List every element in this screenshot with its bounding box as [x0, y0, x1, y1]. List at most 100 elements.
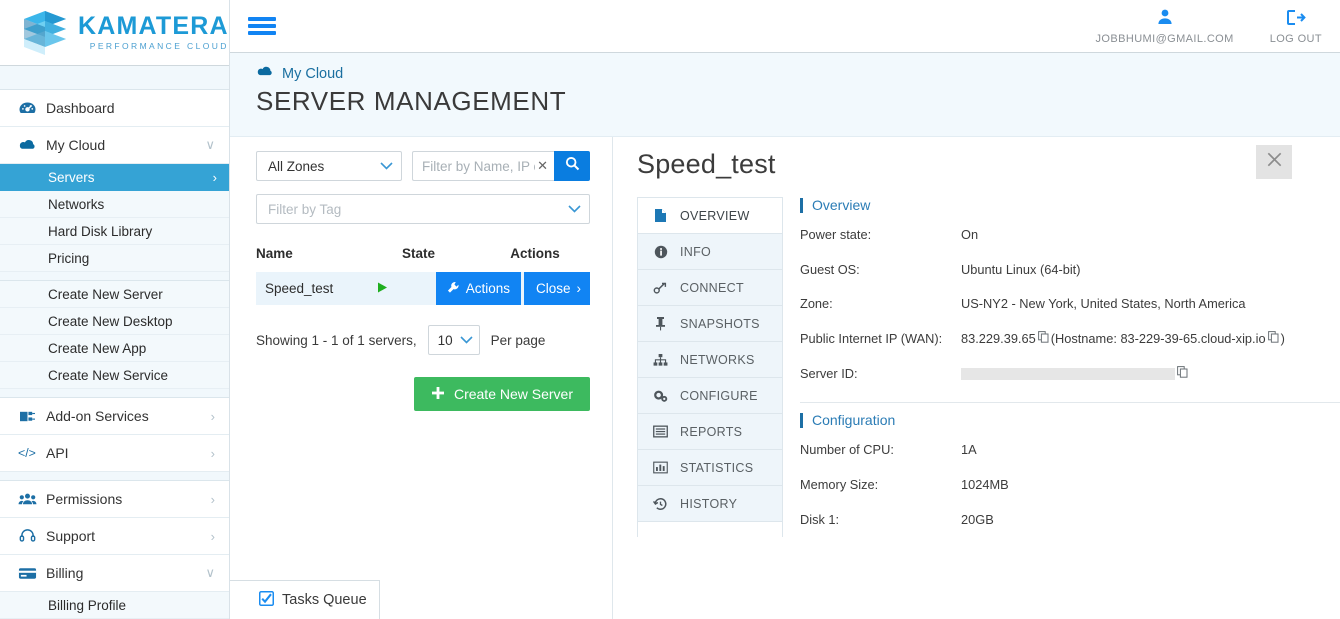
search-input[interactable]: Filter by Name, IP or ✕ — [412, 151, 554, 181]
chevron-right-icon: › — [211, 492, 229, 507]
gears-icon — [652, 389, 669, 403]
close-row-button[interactable]: Close › — [524, 272, 590, 305]
tab-label: OVERVIEW — [680, 209, 750, 223]
sidebar-item-my-cloud[interactable]: My Cloud ∨ — [0, 127, 229, 164]
filter-row: All Zones Filter by Name, IP or ✕ — [256, 151, 612, 181]
sidebar-item-billing[interactable]: Billing ∨ — [0, 555, 229, 592]
overview-row: Guest OS: Ubuntu Linux (64-bit) — [800, 253, 1340, 288]
top-bar-right: JOBBHUMI@GMAIL.COM LOG OUT — [1096, 8, 1340, 45]
field-label: Server ID: — [800, 365, 961, 384]
per-page-select[interactable]: 10 — [428, 325, 480, 355]
sidebar-divider — [0, 389, 229, 398]
field-label: Disk 1: — [800, 511, 961, 530]
overview-section-heading: Overview — [800, 197, 1340, 213]
sidebar-divider — [0, 472, 229, 481]
column-header-state: State — [402, 246, 480, 261]
copy-icon[interactable] — [1268, 330, 1279, 349]
user-account-button[interactable]: JOBBHUMI@GMAIL.COM — [1096, 8, 1234, 45]
sidebar-item-networks[interactable]: Networks — [0, 191, 229, 218]
per-page-value: 10 — [438, 333, 453, 348]
brand-name: KAMATERA — [78, 14, 229, 39]
close-icon[interactable]: ✕ — [535, 158, 548, 174]
breadcrumb[interactable]: My Cloud — [256, 65, 1340, 82]
detail-tabs: OVERVIEW INFO — [637, 197, 783, 537]
info-icon — [652, 245, 669, 259]
section-accent-bar — [800, 198, 803, 213]
logout-button[interactable]: LOG OUT — [1270, 9, 1322, 45]
app-root: KAMATERA PERFORMANCE CLOUD Dashboard — [0, 0, 1340, 619]
table-header-row: Name State Actions — [256, 246, 590, 272]
tab-configure[interactable]: CONFIGURE — [638, 378, 782, 414]
code-icon: </> — [14, 446, 40, 460]
create-new-server-button[interactable]: Create New Server — [414, 377, 590, 411]
actions-button[interactable]: Actions — [436, 272, 521, 305]
copy-icon[interactable] — [1177, 365, 1188, 384]
sidebar-item-create-new-service[interactable]: Create New Service — [0, 362, 229, 389]
brand-logo[interactable]: KAMATERA PERFORMANCE CLOUD — [0, 0, 229, 66]
overview-row: Zone: US-NY2 - New York, United States, … — [800, 287, 1340, 322]
sidebar-item-dashboard[interactable]: Dashboard — [0, 90, 229, 127]
sidebar-item-billing-profile[interactable]: Billing Profile — [0, 592, 229, 619]
search-button[interactable] — [554, 151, 590, 181]
sidebar-item-pricing[interactable]: Pricing — [0, 245, 229, 272]
search-placeholder: Filter by Name, IP or — [422, 159, 535, 174]
field-label: Number of CPU: — [800, 441, 961, 460]
chevron-down-icon: ∨ — [205, 565, 229, 581]
zone-filter-select[interactable]: All Zones — [256, 151, 402, 181]
chevron-right-icon: › — [211, 409, 229, 424]
sidebar-item-servers[interactable]: Servers › — [0, 164, 229, 191]
close-detail-button[interactable] — [1256, 145, 1292, 179]
field-label: Guest OS: — [800, 261, 961, 280]
tasks-queue-button[interactable]: Tasks Queue — [230, 580, 380, 619]
tab-networks[interactable]: NETWORKS — [638, 342, 782, 378]
sidebar-spacer — [0, 66, 229, 90]
field-value: 83.229.39.65(Hostname: 83-229-39-65.clou… — [961, 330, 1340, 349]
tab-connect[interactable]: CONNECT — [638, 270, 782, 306]
copy-icon[interactable] — [1038, 330, 1049, 349]
tab-label: SNAPSHOTS — [680, 317, 760, 331]
sidebar-item-create-new-desktop[interactable]: Create New Desktop — [0, 308, 229, 335]
sidebar-subitem-label: Create New Desktop — [48, 314, 173, 329]
sidebar-item-create-new-app[interactable]: Create New App — [0, 335, 229, 362]
chevron-right-icon: › — [577, 281, 582, 296]
field-label: Memory Size: — [800, 476, 961, 495]
sidebar-item-permissions[interactable]: Permissions › — [0, 481, 229, 518]
wan-hostname-prefix: (Hostname: — [1051, 331, 1121, 346]
user-email: JOBBHUMI@GMAIL.COM — [1096, 33, 1234, 45]
logout-icon — [1286, 9, 1306, 31]
wan-ip-value: 83.229.39.65 — [961, 331, 1036, 346]
tab-statistics[interactable]: STATISTICS — [638, 450, 782, 486]
headset-icon — [14, 528, 40, 544]
close-row-label: Close — [536, 281, 571, 296]
tab-snapshots[interactable]: SNAPSHOTS — [638, 306, 782, 342]
server-detail-panel: Speed_test — [613, 137, 1340, 619]
create-new-server-label: Create New Server — [454, 386, 573, 402]
dashboard-icon — [14, 101, 40, 116]
tab-overview[interactable]: OVERVIEW — [638, 198, 782, 234]
sidebar-item-label: API — [40, 445, 211, 461]
hamburger-icon[interactable] — [248, 14, 276, 38]
wan-hostname-suffix: ) — [1281, 331, 1285, 346]
sidebar-item-hard-disk-library[interactable]: Hard Disk Library — [0, 218, 229, 245]
pin-icon — [652, 316, 669, 331]
sidebar-item-support[interactable]: Support › — [0, 518, 229, 555]
sidebar-item-create-new-server[interactable]: Create New Server — [0, 281, 229, 308]
sidebar-subitem-label: Servers — [48, 170, 95, 185]
sidebar-item-api[interactable]: </> API › — [0, 435, 229, 472]
tab-reports[interactable]: REPORTS — [638, 414, 782, 450]
tab-info[interactable]: INFO — [638, 234, 782, 270]
field-value: 1024MB — [961, 476, 1340, 495]
sidebar-item-add-on-services[interactable]: Add-on Services › — [0, 398, 229, 435]
search-icon — [565, 156, 580, 176]
table-row[interactable]: Speed_test Actions — [256, 272, 590, 305]
tag-filter-select[interactable]: Filter by Tag — [256, 194, 590, 224]
content-area: All Zones Filter by Name, IP or ✕ — [230, 137, 1340, 619]
close-icon — [1265, 150, 1284, 175]
addon-icon — [14, 409, 40, 424]
field-value: On — [961, 226, 1340, 245]
tab-history[interactable]: HISTORY — [638, 486, 782, 522]
configuration-row: Number of CPU: 1A — [800, 433, 1340, 468]
users-icon — [14, 492, 40, 506]
detail-title: Speed_test — [637, 149, 1340, 180]
kamatera-logo-icon — [22, 9, 68, 57]
